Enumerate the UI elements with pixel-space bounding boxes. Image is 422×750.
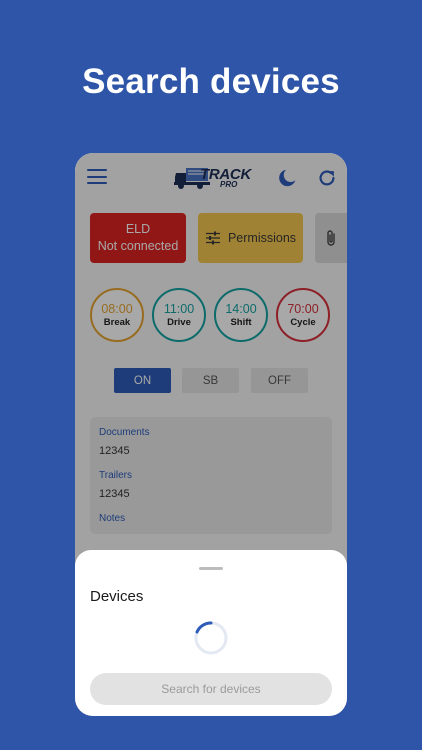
loading-spinner-icon [194,621,228,655]
page-headline: Search devices [82,62,340,101]
devices-bottom-sheet: Devices Search for devices [75,550,347,716]
sheet-drag-handle[interactable] [199,567,223,570]
phone-screen: TRACK PRO ELD Not connected Permissions [75,153,347,716]
search-devices-button[interactable]: Search for devices [90,673,332,705]
devices-title: Devices [90,588,144,605]
